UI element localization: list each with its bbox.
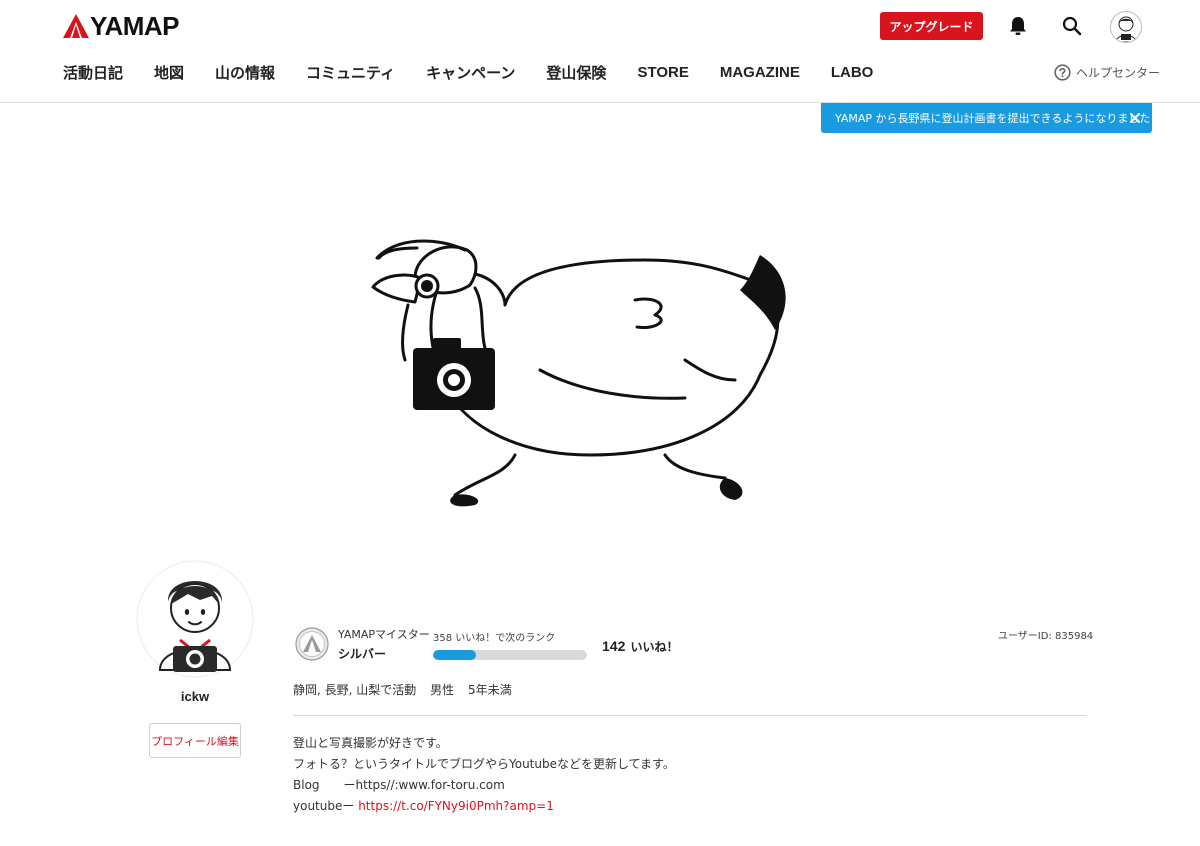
header-avatar[interactable]: [1110, 11, 1142, 43]
nav-item-activity-log[interactable]: 活動日記: [63, 63, 123, 83]
help-center-link[interactable]: ヘルプセンター: [1054, 64, 1160, 81]
bio-line: youtubeー https://t.co/FYNy9i0Pmh?amp=1: [293, 796, 675, 817]
bio-youtube-prefix: youtubeー: [293, 799, 359, 813]
activity-area: 静岡, 長野, 山梨で活動: [293, 683, 417, 697]
edit-profile-button[interactable]: プロフィール編集: [149, 723, 241, 758]
site-header: YAMAP アップグレード 活動日記 地図 山の情報 コミュニティ キャンペーン…: [0, 0, 1200, 103]
bell-icon[interactable]: [1006, 14, 1030, 38]
main-nav: 活動日記 地図 山の情報 コミュニティ キャンペーン 登山保険 STORE MA…: [63, 63, 904, 83]
likes-total: 142 いいね！: [602, 636, 678, 655]
rank-badge-icon: [295, 627, 329, 661]
nav-item-store[interactable]: STORE: [637, 63, 688, 83]
rank-title: YAMAPマイスター: [338, 628, 430, 641]
rank-name: シルバー: [338, 647, 387, 661]
username: ickw: [180, 689, 210, 704]
youtube-link[interactable]: https://t.co/FYNy9i0Pmh?amp=1: [358, 799, 554, 813]
cover-illustration: [371, 239, 786, 507]
nav-item-community[interactable]: コミュニティ: [306, 63, 395, 83]
nav-item-mountain-info[interactable]: 山の情報: [215, 63, 275, 83]
profile-avatar: [136, 560, 254, 678]
close-icon[interactable]: [1126, 109, 1144, 127]
bio-line: Blog ーhttps//:www.for-toru.com: [293, 778, 505, 792]
bio-line: フォトる？というタイトルでブログやらYoutubeなどを更新してます。: [293, 757, 675, 771]
profile-bio: 登山と写真撮影が好きです。 フォトる？というタイトルでブログやらYoutubeな…: [293, 733, 675, 817]
user-id: ユーザーID: 835984: [998, 631, 1094, 642]
help-center-label: ヘルプセンター: [1076, 66, 1161, 80]
gender: 男性: [430, 683, 455, 697]
mountain-logo-icon: [63, 14, 89, 38]
rank-progress-fill: [433, 650, 477, 660]
logo-text: YAMAP: [90, 11, 180, 41]
help-circle-icon: [1054, 64, 1071, 81]
nav-item-labo[interactable]: LABO: [831, 63, 874, 83]
nav-item-map[interactable]: 地図: [154, 63, 184, 83]
nav-item-magazine[interactable]: MAGAZINE: [720, 63, 800, 83]
activity-info: 静岡, 長野, 山梨で活動 男性 5年未満: [293, 681, 522, 698]
upgrade-button[interactable]: アップグレード: [880, 12, 983, 40]
divider: [293, 715, 1086, 716]
search-icon[interactable]: [1060, 14, 1084, 38]
notice-text: YAMAP から長野県に登山計画書を提出できるようになりました: [835, 112, 1151, 125]
nav-item-campaign[interactable]: キャンペーン: [426, 63, 515, 83]
nav-item-insurance[interactable]: 登山保険: [546, 63, 606, 83]
yamap-logo[interactable]: YAMAP: [63, 11, 180, 41]
likes-unit: いいね！: [630, 640, 679, 654]
progress-label: 358 いいね！で次のランク: [433, 633, 556, 644]
notice-banner: YAMAP から長野県に登山計画書を提出できるようになりました: [821, 103, 1152, 133]
likes-count: 142: [602, 638, 626, 654]
bio-line: 登山と写真撮影が好きです。: [293, 736, 448, 750]
rank-progress-bar: [433, 650, 587, 660]
experience: 5年未満: [467, 683, 512, 697]
